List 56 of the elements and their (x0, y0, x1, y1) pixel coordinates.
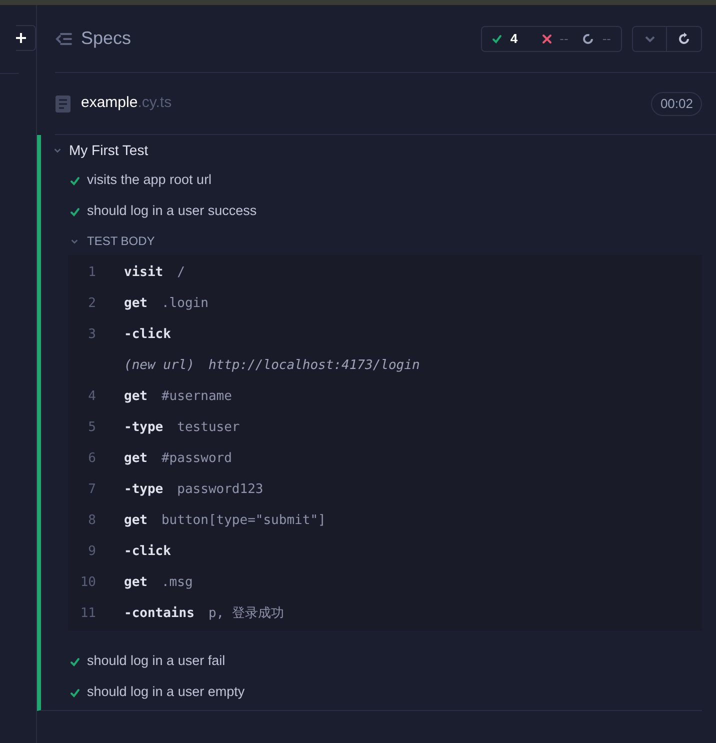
collapse-list-icon[interactable] (55, 32, 73, 46)
test-row[interactable]: should log in a user fail (41, 646, 702, 677)
command-argument: / (177, 264, 185, 282)
spec-file-name[interactable]: example.cy.ts (81, 92, 172, 115)
command-argument: .login (161, 294, 208, 313)
command-argument: p, 登录成功 (208, 604, 284, 623)
pending-icon (582, 32, 594, 44)
specs-title: Specs (81, 27, 132, 50)
line-number: 2 (87, 294, 96, 313)
command-argument: button[type="submit"] (161, 512, 326, 530)
command-name: get (124, 574, 148, 592)
document-icon (55, 94, 71, 112)
plus-icon (16, 33, 26, 43)
command-name: get (124, 294, 148, 313)
command-name: -click (124, 542, 171, 561)
line-number: 8 (87, 512, 96, 530)
command-argument: #password (161, 450, 232, 468)
line-number: 9 (87, 542, 96, 561)
command-name: get (124, 512, 148, 530)
command-name: -type (124, 418, 164, 437)
pending-count: -- (602, 30, 611, 48)
passed-count: 4 (510, 30, 518, 48)
test-row[interactable]: should log in a user empty (41, 677, 702, 708)
test-row[interactable]: should log in a user success (41, 196, 702, 227)
chevron-icon[interactable] (70, 236, 79, 246)
line-number: 11 (79, 604, 96, 623)
line-number: 7 (87, 480, 96, 499)
line-number: 6 (87, 450, 96, 468)
suite-row[interactable]: My First Test (41, 135, 702, 165)
command-name: visit (124, 264, 164, 282)
add-button[interactable] (16, 25, 36, 51)
command-argument: testuser (177, 418, 240, 437)
command-name: -contains (124, 604, 194, 623)
command-argument: #username (161, 388, 232, 406)
test-row[interactable]: visits the app root url (41, 165, 702, 196)
command-argument: http://localhost:4173/login (208, 356, 420, 375)
line-number: 10 (79, 574, 96, 592)
line-number: 4 (87, 388, 96, 406)
refresh-icon (677, 32, 691, 46)
failed-count: -- (560, 30, 568, 48)
line-number: 3 (87, 326, 96, 344)
duration-badge: 00:02 (651, 92, 702, 116)
chevron-down-icon (644, 34, 656, 42)
line-number: 1 (87, 264, 96, 282)
command-name: -click (124, 326, 171, 344)
test-body-toggle[interactable]: TEST BODY (70, 227, 702, 255)
command-argument: .msg (161, 574, 193, 592)
command-argument: password123 (177, 480, 264, 499)
command-name: (new url) (124, 356, 194, 375)
line-number: 5 (87, 418, 96, 437)
command-name: get (124, 450, 148, 468)
chevron-icon[interactable] (53, 146, 62, 154)
command-name: get (124, 388, 148, 406)
command-name: -type (124, 480, 164, 499)
check-icon (492, 34, 502, 44)
cross-icon (542, 34, 552, 44)
